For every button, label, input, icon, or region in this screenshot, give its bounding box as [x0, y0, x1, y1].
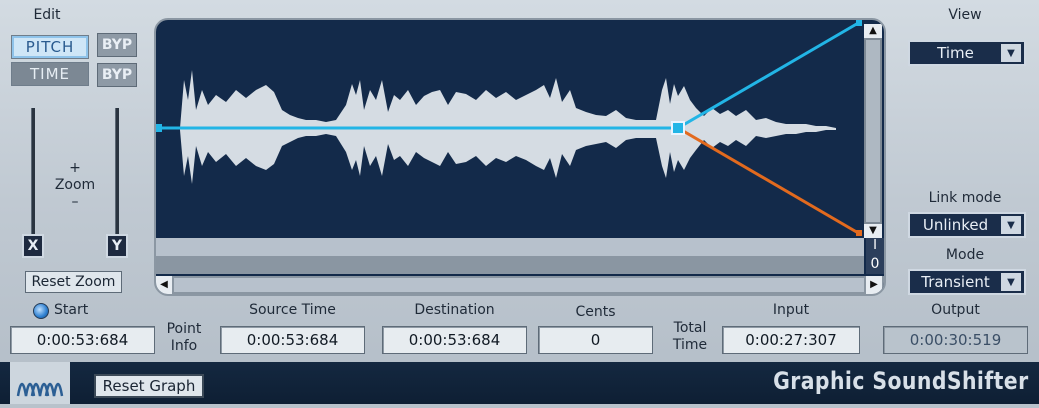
- view-title: View: [948, 7, 982, 23]
- view-select-value: Time: [937, 44, 974, 62]
- total-time-label: Total Time: [665, 320, 715, 354]
- mode-select-value: Transient: [921, 273, 990, 291]
- waves-logo-icon: [10, 362, 70, 404]
- graph-falling-line[interactable]: [677, 126, 861, 236]
- output-label: Output: [931, 302, 980, 318]
- graph-point-end-top[interactable]: [856, 20, 862, 26]
- graph-display[interactable]: ▲ ▼ I 0 ◀ ▶: [154, 18, 886, 296]
- view-select[interactable]: Time ▼: [908, 40, 1026, 66]
- pitch-button[interactable]: PITCH: [11, 35, 89, 59]
- total-time-label-line2: Time: [672, 337, 708, 353]
- input-time-field: 0:00:27:307: [722, 326, 860, 354]
- scroll-right-icon[interactable]: ▶: [866, 276, 882, 294]
- start-radio[interactable]: [33, 303, 49, 319]
- pitch-bypass-button[interactable]: BYP: [97, 33, 137, 57]
- mode-title: Mode: [945, 247, 985, 263]
- graph-point-end-bottom[interactable]: [856, 230, 862, 236]
- input-label: Input: [772, 302, 810, 318]
- link-mode-select[interactable]: Unlinked ▼: [908, 212, 1026, 238]
- graph-point-selected[interactable]: [671, 121, 685, 135]
- scroll-up-icon[interactable]: ▲: [864, 24, 882, 38]
- reset-zoom-button[interactable]: Reset Zoom: [25, 271, 122, 293]
- display-readout-bottom: 0: [866, 256, 884, 274]
- graph-point-start[interactable]: [156, 124, 162, 132]
- edit-title: Edit: [33, 7, 61, 23]
- timeline-bar-lower: [156, 256, 864, 274]
- total-time-label-line1: Total: [673, 320, 707, 336]
- cents-field[interactable]: 0: [538, 326, 653, 354]
- chevron-down-icon: ▼: [1001, 273, 1021, 291]
- reset-graph-button[interactable]: Reset Graph: [94, 374, 204, 398]
- chevron-down-icon: ▼: [1001, 44, 1021, 62]
- display-readout-top: I: [866, 238, 884, 256]
- zoom-minus-label: –: [71, 194, 79, 210]
- point-info-label: Point Info: [160, 321, 208, 355]
- mode-select[interactable]: Transient ▼: [908, 269, 1026, 295]
- cents-label: Cents: [575, 304, 616, 320]
- product-brand-title: Graphic SoundShifter: [773, 367, 1029, 395]
- zoom-y-slider-thumb[interactable]: Y: [106, 234, 128, 258]
- vertical-scrollbar[interactable]: ▲ ▼: [864, 24, 882, 238]
- link-mode-title: Link mode: [928, 190, 1002, 206]
- destination-field[interactable]: 0:00:53:684: [382, 326, 527, 354]
- zoom-y-slider-track[interactable]: [115, 108, 119, 234]
- destination-label: Destination: [414, 302, 495, 318]
- time-button[interactable]: TIME: [11, 62, 89, 86]
- start-time-field[interactable]: 0:00:53:684: [10, 326, 155, 354]
- timeline-bar: [156, 238, 864, 256]
- zoom-x-slider-track[interactable]: [31, 108, 35, 234]
- chevron-down-icon: ▼: [1001, 216, 1021, 234]
- time-bypass-button[interactable]: BYP: [97, 63, 137, 87]
- source-time-label: Source Time: [249, 302, 336, 318]
- vertical-scroll-thumb[interactable]: [866, 40, 880, 222]
- point-info-label-line2: Info: [170, 338, 198, 354]
- source-time-field[interactable]: 0:00:53:684: [220, 326, 365, 354]
- scroll-left-icon[interactable]: ◀: [156, 276, 172, 294]
- zoom-plus-label: +: [69, 160, 81, 176]
- point-info-label-line1: Point: [166, 321, 202, 337]
- scroll-down-icon[interactable]: ▼: [864, 224, 882, 238]
- start-label: Start: [54, 302, 89, 318]
- horizontal-scrollbar[interactable]: ◀ ▶: [156, 276, 884, 294]
- link-mode-select-value: Unlinked: [922, 216, 989, 234]
- zoom-label-group: + Zoom –: [45, 160, 105, 211]
- graph-rising-line[interactable]: [677, 20, 861, 130]
- output-time-field: 0:00:30:519: [883, 326, 1028, 354]
- waveform-graph[interactable]: [156, 20, 864, 238]
- zoom-label: Zoom: [54, 177, 96, 193]
- plugin-window: Edit PITCH TIME BYP BYP + Zoom – X Y Res…: [0, 0, 1039, 404]
- zoom-x-slider-thumb[interactable]: X: [22, 234, 44, 258]
- horizontal-scroll-thumb[interactable]: [174, 278, 864, 292]
